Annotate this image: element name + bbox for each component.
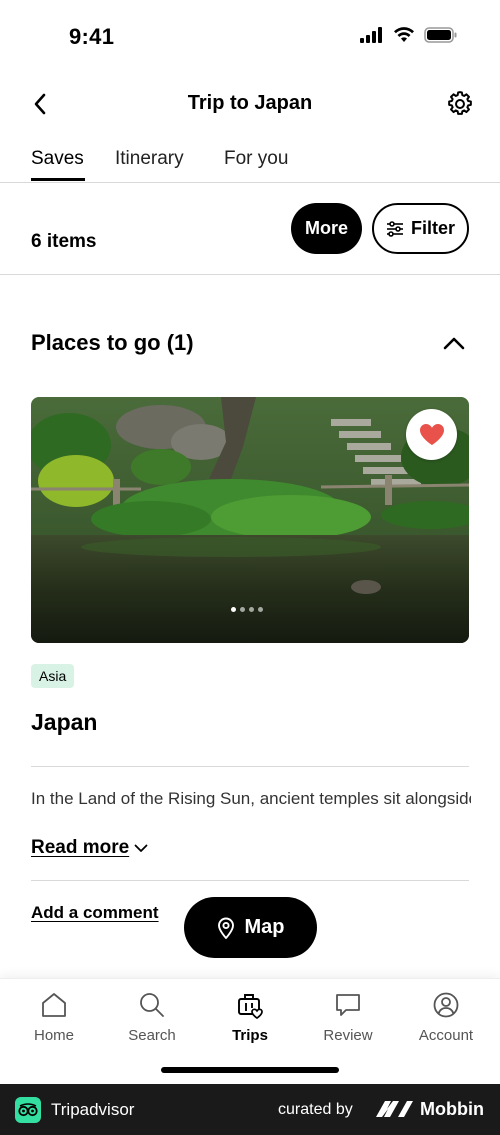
divider: [31, 880, 469, 881]
more-button[interactable]: More: [291, 203, 362, 254]
nav-search[interactable]: Search: [107, 991, 197, 1044]
carousel-dot: [249, 607, 254, 612]
items-count: 6 items: [31, 231, 97, 252]
status-time: 9:41: [69, 24, 115, 49]
heart-icon: [419, 424, 444, 445]
divider: [31, 766, 469, 767]
battery-icon: [424, 27, 457, 43]
nav-trips-label: Trips: [232, 1027, 268, 1044]
filter-button-label: Filter: [410, 218, 455, 238]
carousel-dots: [231, 607, 263, 612]
footer-banner: Tripadvisor curated by Mobbin: [0, 1084, 500, 1135]
tab-itinerary[interactable]: Itinerary: [115, 148, 184, 170]
status-bar: 9:41: [0, 0, 500, 72]
tab-bar: Saves Itinerary For you: [0, 140, 500, 183]
carousel-dot: [240, 607, 245, 612]
wifi-icon: [394, 27, 414, 42]
filter-button[interactable]: Filter: [372, 203, 469, 254]
nav-search-label: Search: [128, 1027, 176, 1044]
collapse-button[interactable]: [439, 328, 469, 358]
chevron-down-icon: [134, 844, 148, 852]
nav-trips[interactable]: Trips: [205, 991, 295, 1044]
chevron-up-icon: [443, 337, 465, 350]
add-comment-link[interactable]: Add a comment: [31, 903, 159, 923]
filter-icon: [386, 220, 403, 237]
account-icon: [433, 992, 459, 1018]
more-button-label: More: [304, 218, 348, 238]
map-button[interactable]: Map: [184, 897, 317, 958]
review-icon: [336, 994, 360, 1016]
mobbin-brand: Mobbin: [420, 1099, 484, 1119]
carousel-dot: [231, 607, 236, 612]
page-title: Trip to Japan: [187, 92, 313, 114]
search-icon: [140, 993, 164, 1017]
section-header: Places to go (1): [31, 326, 469, 360]
section-title: Places to go (1): [31, 330, 194, 355]
save-heart-button[interactable]: [406, 409, 457, 460]
carousel-dot: [258, 607, 263, 612]
nav-review-label: Review: [323, 1027, 373, 1044]
read-more-link[interactable]: Read more: [31, 837, 148, 859]
home-icon: [42, 993, 66, 1017]
read-more-label: Read more: [31, 837, 130, 858]
active-tab-indicator: [31, 178, 85, 181]
tripadvisor-brand: Tripadvisor: [51, 1100, 135, 1119]
settings-button[interactable]: [444, 88, 476, 120]
tripadvisor-logo-icon: [15, 1097, 41, 1123]
status-icons: [360, 27, 458, 43]
curated-by-label: curated by: [278, 1101, 353, 1118]
tab-saves[interactable]: Saves: [31, 148, 84, 170]
trips-icon: [238, 994, 263, 1019]
toolbar: 6 items More Filter: [0, 184, 500, 275]
map-pin-icon: [217, 917, 234, 939]
nav-account-label: Account: [418, 1027, 474, 1044]
header: Trip to Japan: [0, 78, 500, 130]
nav-review[interactable]: Review: [303, 991, 393, 1044]
tab-for-you[interactable]: For you: [224, 148, 288, 170]
place-description: In the Land of the Rising Sun, ancient t…: [31, 789, 471, 808]
nav-home[interactable]: Home: [9, 991, 99, 1044]
signal-icon: [360, 27, 382, 43]
place-name[interactable]: Japan: [31, 709, 97, 736]
region-badge: Asia: [31, 664, 75, 688]
gear-icon: [448, 91, 472, 115]
mobbin-logo-icon: [376, 1101, 413, 1117]
nav-account[interactable]: Account: [401, 991, 491, 1044]
nav-home-label: Home: [33, 1027, 74, 1044]
map-button-label: Map: [244, 916, 285, 938]
home-indicator: [161, 1067, 339, 1073]
